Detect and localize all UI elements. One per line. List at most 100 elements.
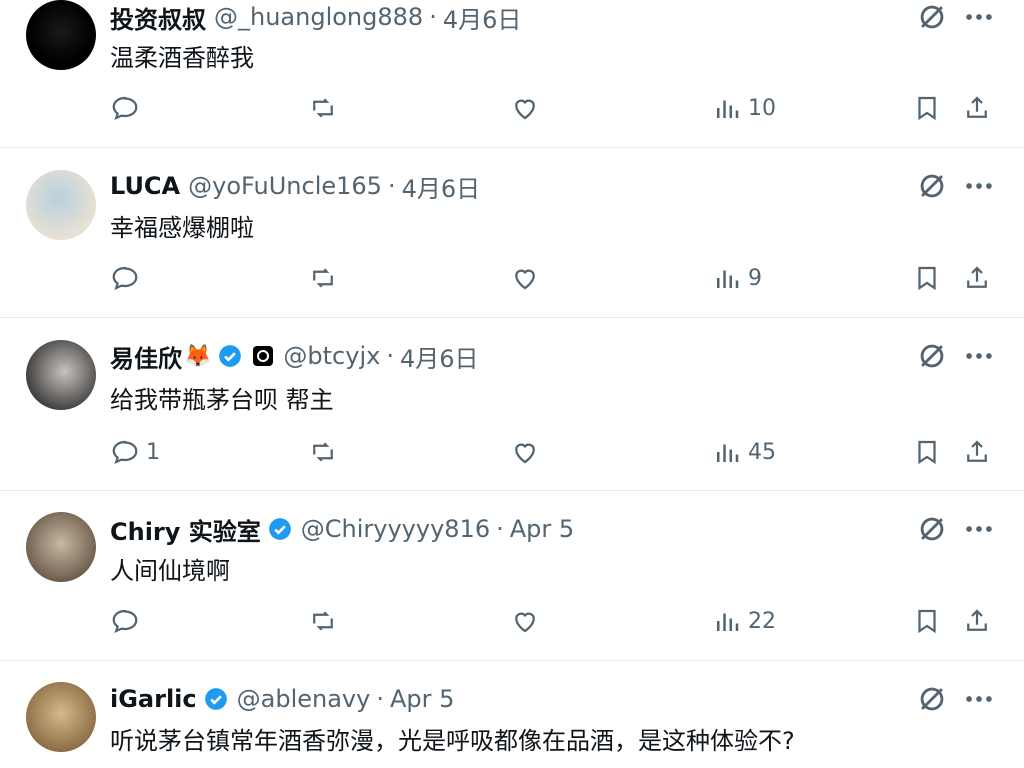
more-icon[interactable] [962, 682, 996, 716]
tweet-header: LUCA @yoFuUncle165 · 4月6日 [110, 169, 480, 203]
retweet-button[interactable] [308, 605, 338, 637]
reply-button[interactable] [110, 92, 146, 124]
views-button[interactable]: 45 [712, 436, 776, 468]
retweet-icon [313, 98, 333, 118]
verified-badge-icon [219, 345, 242, 367]
more-icon[interactable] [962, 339, 996, 373]
timestamp[interactable]: Apr 5 [510, 515, 574, 543]
share-button[interactable] [962, 262, 992, 294]
author-handle[interactable]: @ablenavy [237, 685, 371, 713]
avatar[interactable] [26, 512, 96, 582]
separator-dot: · [496, 515, 504, 543]
tweet-text: 温柔酒香醉我 [110, 44, 254, 72]
bookmark-icon [918, 609, 936, 634]
author-handle[interactable]: @yoFuUncle165 [188, 172, 382, 200]
like-button[interactable] [510, 605, 540, 637]
views-button[interactable]: 22 [712, 605, 776, 637]
retweet-button[interactable] [308, 436, 338, 468]
tweet[interactable]: Chiry 实验室 @Chiryyyyy816 · Apr 5 人间仙境啊 22 [0, 490, 1024, 661]
retweet-button[interactable] [308, 262, 338, 294]
author-handle[interactable]: @_huanglong888 [214, 3, 423, 31]
views-count: 22 [748, 608, 776, 634]
tweet-text: 幸福感爆棚啦 [110, 214, 254, 242]
retweet-icon [313, 442, 333, 462]
like-icon [515, 269, 535, 290]
reply-icon [112, 609, 138, 634]
timestamp[interactable]: 4月6日 [443, 0, 522, 35]
grok-icon[interactable] [915, 682, 949, 716]
verified-badge-icon [268, 518, 291, 540]
tweet-header: 投资叔叔 @_huanglong888 · 4月6日 [110, 0, 521, 34]
grok-icon[interactable] [915, 0, 949, 34]
fox-emoji: 🦊 [184, 343, 212, 369]
views-button[interactable]: 9 [712, 262, 762, 294]
share-button[interactable] [962, 605, 992, 637]
author-name[interactable]: iGarlic [110, 685, 197, 713]
grok-icon[interactable] [915, 512, 949, 546]
separator-dot: · [376, 685, 384, 713]
separator-dot: · [387, 172, 396, 200]
bookmark-icon [918, 96, 936, 121]
views-count: 10 [748, 95, 776, 121]
retweet-button[interactable] [308, 92, 338, 124]
like-button[interactable] [510, 262, 540, 294]
reply-icon [112, 266, 138, 291]
views-icon [717, 444, 739, 462]
reply-button[interactable]: 1 [110, 436, 160, 468]
more-icon[interactable] [962, 169, 996, 203]
tweet[interactable]: LUCA @yoFuUncle165 · 4月6日 幸福感爆棚啦 9 [0, 147, 1024, 318]
like-icon [515, 612, 535, 633]
timestamp[interactable]: 4月6日 [402, 169, 481, 204]
retweet-icon [313, 268, 333, 288]
more-icon[interactable] [962, 0, 996, 34]
bookmark-button[interactable] [912, 605, 942, 637]
author-handle[interactable]: @Chiryyyyy816 [301, 515, 490, 543]
tweet-text: 听说茅台镇常年酒香弥漫，光是呼吸都像在品酒，是这种体验不? [110, 727, 795, 755]
retweet-icon [313, 611, 333, 631]
tweet-header: Chiry 实验室 @Chiryyyyy816 · Apr 5 [110, 512, 574, 546]
bookmark-icon [918, 266, 936, 291]
share-button[interactable] [962, 436, 992, 468]
tweet[interactable]: iGarlic @ablenavy · Apr 5 听说茅台镇常年酒香弥漫，光是… [0, 660, 1024, 768]
avatar[interactable] [26, 340, 96, 410]
share-icon [967, 266, 987, 288]
avatar[interactable] [26, 170, 96, 240]
tweet[interactable]: 易佳欣 🦊 @btcyjx · 4月6日 给我带瓶茅台呗 帮主 1 45 [0, 317, 1024, 491]
avatar[interactable] [26, 0, 96, 70]
share-icon [967, 96, 987, 118]
tweet-text: 人间仙境啊 [110, 557, 230, 585]
like-button[interactable] [510, 92, 540, 124]
share-icon [967, 440, 987, 462]
author-name[interactable]: LUCA [110, 172, 180, 200]
grok-icon[interactable] [915, 169, 949, 203]
bookmark-button[interactable] [912, 92, 942, 124]
avatar[interactable] [26, 682, 96, 752]
reply-count: 1 [146, 439, 160, 465]
author-name[interactable]: Chiry 实验室 [110, 512, 261, 547]
reply-button[interactable] [110, 605, 146, 637]
author-handle[interactable]: @btcyjx [283, 342, 380, 370]
separator-dot: · [429, 3, 437, 31]
reply-button[interactable] [110, 262, 146, 294]
timestamp[interactable]: 4月6日 [400, 339, 479, 374]
author-name[interactable]: 易佳欣 [110, 339, 182, 374]
tweet-header: iGarlic @ablenavy · Apr 5 [110, 682, 454, 716]
timestamp[interactable]: Apr 5 [390, 685, 454, 713]
like-button[interactable] [510, 436, 540, 468]
views-button[interactable]: 10 [712, 92, 776, 124]
share-button[interactable] [962, 92, 992, 124]
grok-icon[interactable] [915, 339, 949, 373]
verified-badge-icon [204, 688, 227, 710]
reply-icon [112, 96, 138, 121]
tweet[interactable]: 投资叔叔 @_huanglong888 · 4月6日 温柔酒香醉我 10 [0, 0, 1024, 148]
bookmark-button[interactable] [912, 262, 942, 294]
tweet-header: 易佳欣 🦊 @btcyjx · 4月6日 [110, 339, 479, 373]
more-icon[interactable] [962, 512, 996, 546]
share-icon [967, 609, 987, 631]
views-count: 9 [748, 265, 762, 291]
author-name[interactable]: 投资叔叔 [110, 0, 206, 35]
views-icon [717, 613, 739, 631]
affiliate-badge-icon [253, 346, 274, 366]
bookmark-button[interactable] [912, 436, 942, 468]
reply-icon [112, 440, 138, 465]
